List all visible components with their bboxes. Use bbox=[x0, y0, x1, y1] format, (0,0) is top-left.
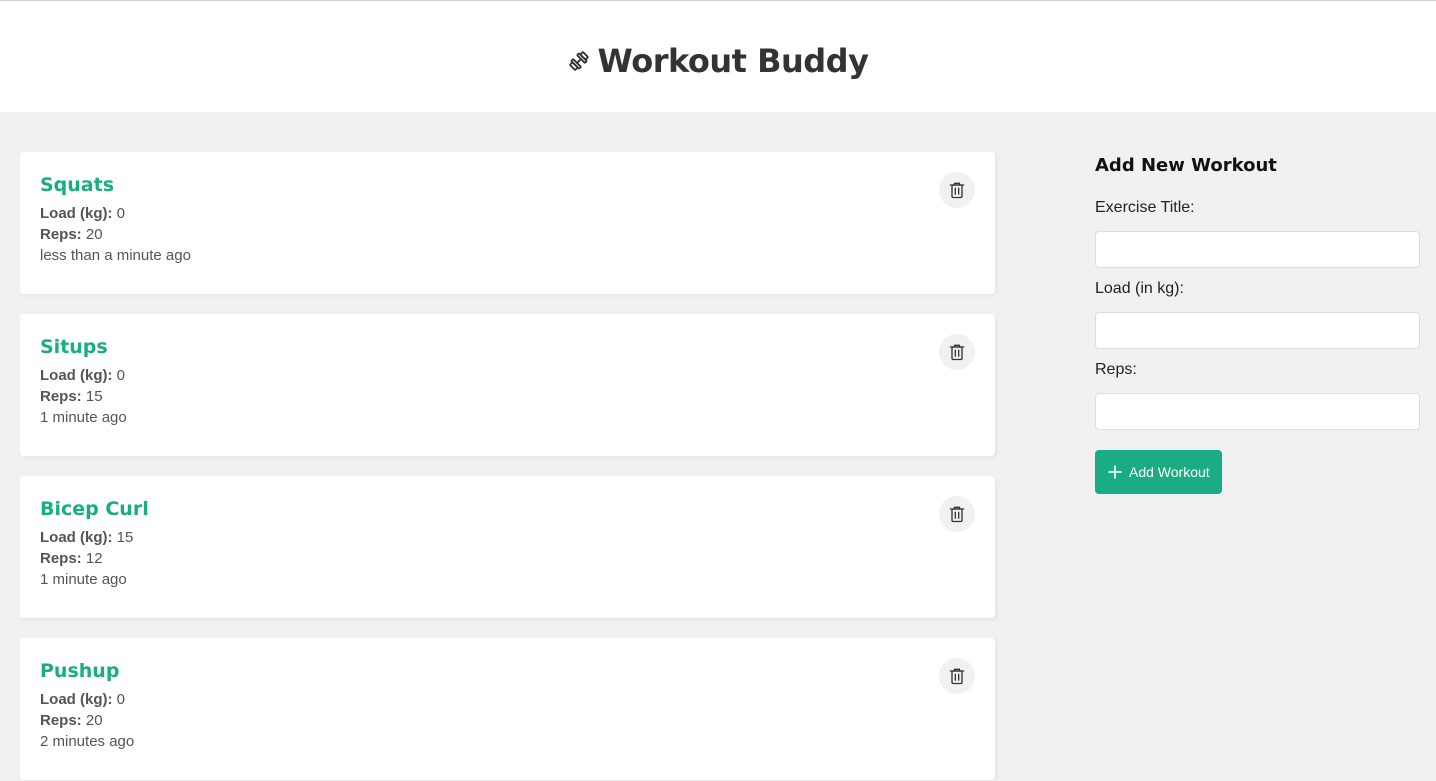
reps-input[interactable] bbox=[1095, 393, 1420, 430]
delete-button[interactable] bbox=[939, 172, 975, 208]
app-title: Workout Buddy bbox=[597, 41, 869, 80]
add-workout-form: Add New Workout Exercise Title: Load (in… bbox=[1095, 152, 1420, 494]
brand[interactable]: Workout Buddy bbox=[568, 42, 869, 80]
workout-reps: Reps: 20 bbox=[40, 710, 975, 731]
reps-value: 20 bbox=[85, 712, 103, 729]
workout-title: Squats bbox=[40, 174, 115, 196]
workout-reps: Reps: 20 bbox=[40, 224, 975, 245]
workout-card: Squats Load (kg): 0 Reps: 20 less than a… bbox=[20, 152, 995, 294]
trash-icon bbox=[949, 668, 965, 685]
reps-input-label: Reps: bbox=[1095, 361, 1137, 378]
workout-load: Load (kg): 0 bbox=[40, 689, 975, 710]
add-workout-button-label: Add Workout bbox=[1129, 464, 1210, 480]
reps-label: Reps: bbox=[40, 550, 82, 567]
reps-label: Reps: bbox=[40, 388, 82, 405]
workout-title: Pushup bbox=[40, 660, 120, 682]
workout-reps: Reps: 12 bbox=[40, 548, 975, 569]
load-input[interactable] bbox=[1095, 312, 1420, 349]
workout-title: Bicep Curl bbox=[40, 498, 149, 520]
delete-button[interactable] bbox=[939, 334, 975, 370]
load-label: Load (kg): bbox=[40, 205, 113, 222]
exercise-title-label: Exercise Title: bbox=[1095, 199, 1195, 216]
workout-reps: Reps: 15 bbox=[40, 386, 975, 407]
workout-card: Pushup Load (kg): 0 Reps: 20 2 minutes a… bbox=[20, 638, 995, 780]
workout-card: Situps Load (kg): 0 Reps: 15 1 minute ag… bbox=[20, 314, 995, 456]
workout-list: Squats Load (kg): 0 Reps: 20 less than a… bbox=[20, 152, 995, 781]
load-input-label: Load (in kg): bbox=[1095, 280, 1184, 297]
workout-time: 2 minutes ago bbox=[40, 733, 135, 750]
load-label: Load (kg): bbox=[40, 691, 113, 708]
form-heading: Add New Workout bbox=[1095, 155, 1277, 176]
load-value: 0 bbox=[116, 205, 126, 222]
workout-title: Situps bbox=[40, 336, 108, 358]
dumbbell-icon bbox=[568, 50, 589, 71]
delete-button[interactable] bbox=[939, 658, 975, 694]
workout-time: 1 minute ago bbox=[40, 571, 127, 588]
app-header: Workout Buddy bbox=[0, 1, 1436, 112]
load-label: Load (kg): bbox=[40, 367, 113, 384]
add-workout-button[interactable]: Add Workout bbox=[1095, 450, 1222, 494]
plus-icon bbox=[1108, 465, 1122, 479]
exercise-title-input[interactable] bbox=[1095, 231, 1420, 268]
reps-value: 15 bbox=[85, 388, 103, 405]
trash-icon bbox=[949, 506, 965, 523]
load-value: 0 bbox=[116, 367, 126, 384]
delete-button[interactable] bbox=[939, 496, 975, 532]
trash-icon bbox=[949, 344, 965, 361]
trash-icon bbox=[949, 182, 965, 199]
reps-value: 12 bbox=[85, 550, 103, 567]
load-value: 15 bbox=[116, 529, 134, 546]
reps-label: Reps: bbox=[40, 226, 82, 243]
workout-time: less than a minute ago bbox=[40, 247, 191, 264]
workout-load: Load (kg): 15 bbox=[40, 527, 975, 548]
workout-time: 1 minute ago bbox=[40, 409, 127, 426]
load-label: Load (kg): bbox=[40, 529, 113, 546]
workout-load: Load (kg): 0 bbox=[40, 203, 975, 224]
reps-label: Reps: bbox=[40, 712, 82, 729]
workout-load: Load (kg): 0 bbox=[40, 365, 975, 386]
reps-value: 20 bbox=[85, 226, 103, 243]
workout-card: Bicep Curl Load (kg): 15 Reps: 12 1 minu… bbox=[20, 476, 995, 618]
load-value: 0 bbox=[116, 691, 126, 708]
